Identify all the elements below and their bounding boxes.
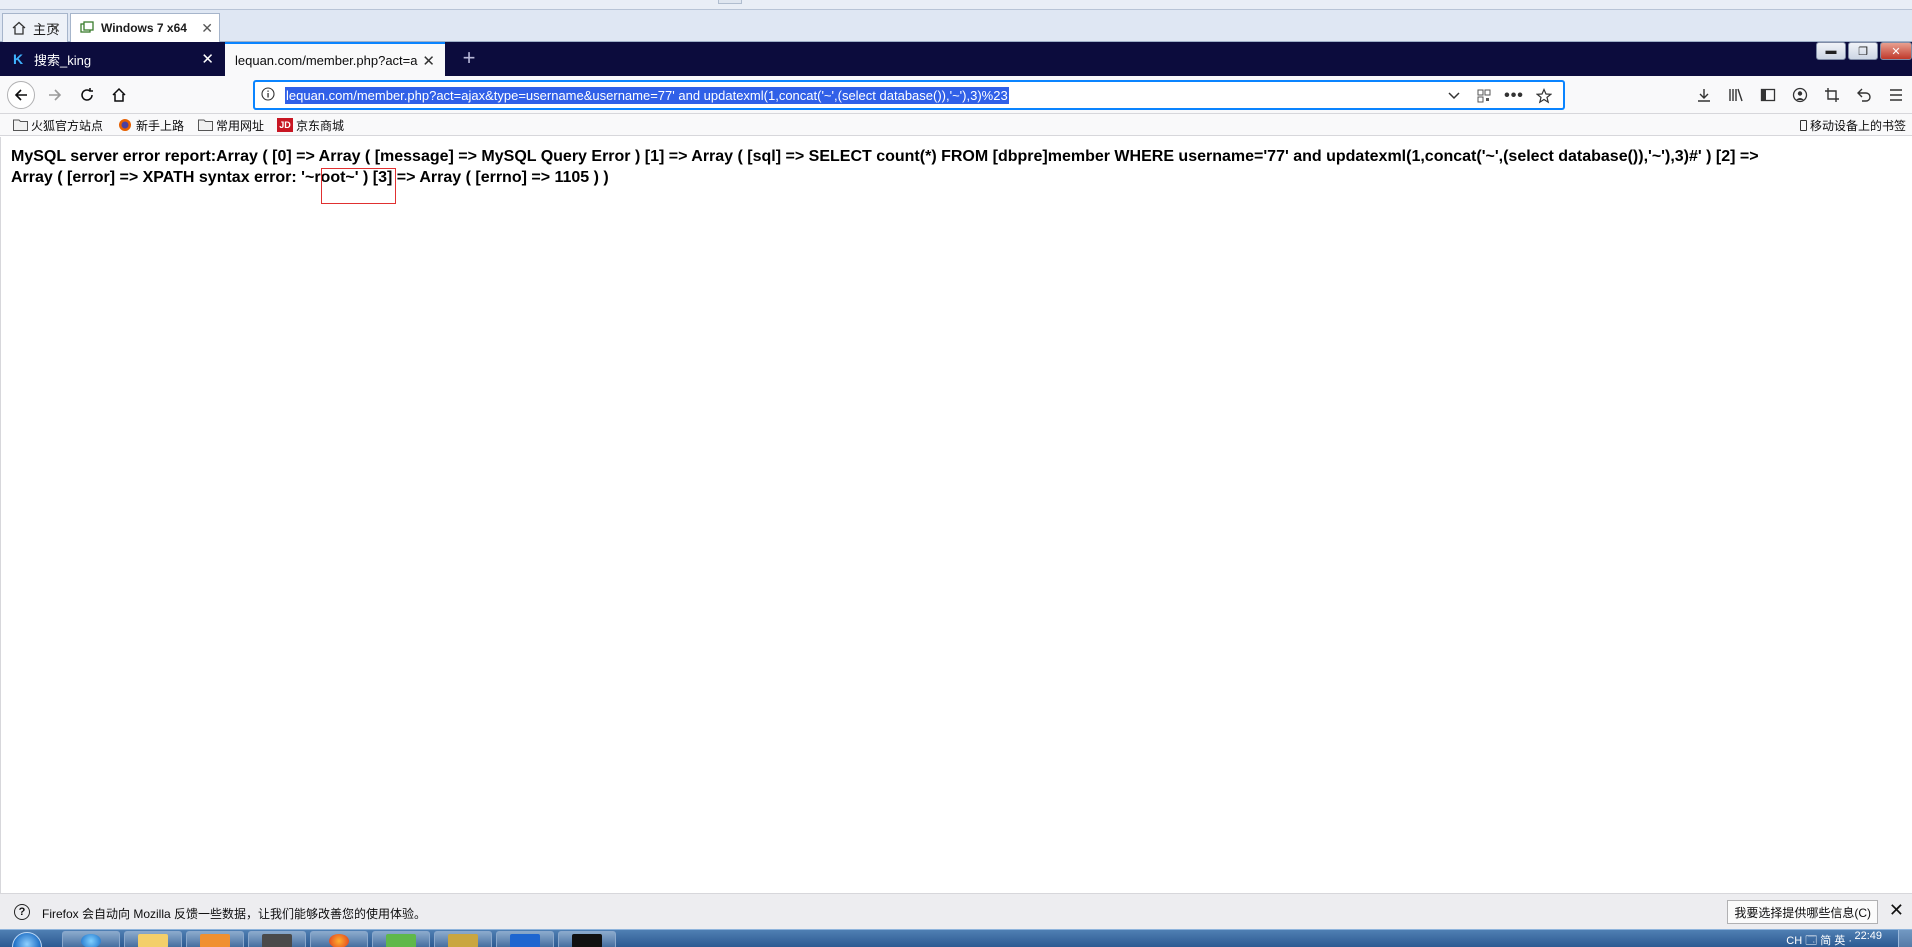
- bookmark-getting-started[interactable]: 新手上路: [117, 117, 184, 133]
- menu-icon[interactable]: [1880, 82, 1912, 108]
- info-icon[interactable]: [261, 87, 277, 103]
- host-top-strip: [0, 0, 1912, 10]
- taskbar-sublime[interactable]: [248, 931, 306, 947]
- bookmark-label: 京东商城: [296, 118, 345, 133]
- bookmark-label: 火狐官方站点: [31, 118, 104, 133]
- bookmark-jd[interactable]: JD 京东商城: [277, 117, 344, 133]
- terminal-icon: [572, 934, 602, 947]
- forward-arrow-icon: [49, 89, 62, 101]
- windows-orb-icon: [12, 932, 42, 947]
- close-notification-icon[interactable]: ✕: [1889, 900, 1904, 921]
- screenshot-icon[interactable]: [1816, 82, 1848, 108]
- mobile-bookmarks[interactable]: 移动设备上的书签: [1799, 117, 1906, 134]
- navigation-bar: lequan.com/member.php?act=ajax&type=user…: [0, 76, 1912, 114]
- account-icon[interactable]: [1784, 82, 1816, 108]
- taskbar-explorer[interactable]: [124, 931, 182, 947]
- browser-tab-strip: K 搜索_king ✕ lequan.com/member.php?act=a …: [0, 42, 1912, 76]
- bookmark-label: 新手上路: [136, 118, 185, 133]
- taskbar-app-p[interactable]: [496, 931, 554, 947]
- home-icon: [11, 20, 27, 36]
- notification-message: Firefox 会自动向 Mozilla 反馈一些数据，让我们能够改善您的使用体…: [42, 907, 427, 921]
- screen: 主页 ✕ Windows 7 x64 ✕ K 搜索_king ✕ lequan.…: [0, 0, 1912, 947]
- choose-data-button[interactable]: 我要选择提供哪些信息(C): [1727, 900, 1878, 924]
- close-icon[interactable]: ✕: [49, 20, 61, 37]
- jd-icon: JD: [277, 118, 293, 132]
- show-desktop-button[interactable]: [1898, 930, 1912, 947]
- mobile-bookmarks-label: 移动设备上的书签: [1809, 119, 1906, 133]
- vm-icon: [79, 20, 95, 36]
- taskbar-firefox[interactable]: [310, 931, 368, 947]
- firefox-icon: [117, 118, 133, 132]
- dropdown-chevron-icon[interactable]: [1443, 86, 1465, 106]
- bookmarks-bar: 火狐官方站点 新手上路 常用网址 JD 京东商城 移动设备上的书签: [0, 114, 1912, 136]
- clock[interactable]: 22:49: [1854, 930, 1882, 942]
- taskbar-ie[interactable]: [62, 931, 120, 947]
- sidebar-icon[interactable]: [1752, 82, 1784, 108]
- firefox-icon: [329, 934, 349, 947]
- reload-button[interactable]: [74, 82, 100, 108]
- error-text-line2-end: ) [3] => Array ( [errno] => 1105 ) ): [358, 169, 609, 186]
- back-button[interactable]: [7, 81, 35, 109]
- close-tab-icon[interactable]: ✕: [422, 52, 435, 70]
- page-actions-icon[interactable]: •••: [1503, 86, 1525, 106]
- sublime-icon: [262, 934, 292, 947]
- home-button[interactable]: [106, 82, 132, 108]
- bookmark-label: 常用网址: [216, 118, 265, 133]
- ie-icon: [81, 934, 101, 947]
- data-collection-notification: ? Firefox 会自动向 Mozilla 反馈一些数据，让我们能够改善您的使…: [0, 893, 1912, 929]
- system-tray[interactable]: CH 🗔 简 英 ·: [1786, 932, 1852, 947]
- host-tab-windows7[interactable]: Windows 7 x64 ✕: [70, 13, 220, 42]
- restore-button[interactable]: ❐: [1848, 42, 1878, 60]
- taskbar-media[interactable]: [186, 931, 244, 947]
- home-icon: [112, 87, 126, 102]
- back-arrow-icon: [14, 89, 27, 101]
- red-annotation-box: [321, 168, 396, 204]
- new-tab-button[interactable]: +: [458, 47, 480, 69]
- host-tab-home[interactable]: 主页 ✕: [2, 13, 68, 42]
- windows-taskbar: CH 🗔 简 英 · 22:49: [0, 929, 1912, 947]
- bookmark-firefox-official[interactable]: 火狐官方站点: [12, 117, 103, 133]
- mysql-error-report: MySQL server error report:Array ( [0] =>…: [11, 146, 1911, 188]
- folder-icon: [138, 934, 168, 947]
- tab-label: 搜索_king: [34, 52, 92, 68]
- close-window-button[interactable]: ✕: [1880, 42, 1912, 60]
- folder-icon: [12, 118, 28, 132]
- url-text[interactable]: lequan.com/member.php?act=ajax&type=user…: [285, 87, 1009, 104]
- p-app-icon: [510, 934, 540, 947]
- k-logo-icon: K: [12, 51, 24, 67]
- bookmark-common-sites[interactable]: 常用网址: [197, 117, 264, 133]
- start-button[interactable]: [4, 930, 48, 947]
- minimize-button[interactable]: ▬: [1816, 42, 1846, 60]
- host-tab-label: Windows 7 x64: [101, 21, 187, 35]
- file-manager-icon: [448, 934, 478, 947]
- question-icon: ?: [14, 904, 30, 920]
- download-icon[interactable]: [1688, 82, 1720, 108]
- qr-code-icon[interactable]: [1473, 86, 1495, 106]
- green-app-icon: [386, 934, 416, 947]
- mobile-device-icon: [1799, 120, 1807, 131]
- bookmark-star-icon[interactable]: [1533, 86, 1555, 106]
- toolbar-right: [1688, 82, 1912, 108]
- page-content: MySQL server error report:Array ( [0] =>…: [0, 137, 1912, 893]
- tab-label: lequan.com/member.php?act=a: [235, 52, 418, 68]
- host-strip-handle[interactable]: [718, 0, 742, 4]
- close-tab-icon[interactable]: ✕: [201, 50, 214, 68]
- media-player-icon: [200, 934, 230, 947]
- error-text-line2-start: Array ( [error] => XPATH syntax error:: [11, 169, 302, 186]
- library-icon[interactable]: [1720, 82, 1752, 108]
- browser-tab-search[interactable]: K 搜索_king ✕: [0, 42, 224, 76]
- taskbar-app-green[interactable]: [372, 931, 430, 947]
- error-text-line1: MySQL server error report:Array ( [0] =>…: [11, 148, 1759, 165]
- browser-tab-lequan[interactable]: lequan.com/member.php?act=a ✕: [225, 42, 445, 76]
- taskbar-cmd[interactable]: [558, 931, 616, 947]
- reload-icon: [81, 88, 93, 101]
- host-tab-bar: 主页 ✕ Windows 7 x64 ✕: [0, 10, 1912, 42]
- taskbar-app-files[interactable]: [434, 931, 492, 947]
- close-icon[interactable]: ✕: [201, 20, 213, 37]
- url-bar[interactable]: lequan.com/member.php?act=ajax&type=user…: [254, 81, 1564, 109]
- forward-button[interactable]: [42, 82, 68, 108]
- folder-icon: [197, 118, 213, 132]
- window-controls: ▬ ❐ ✕: [1814, 42, 1912, 62]
- undo-icon[interactable]: [1848, 82, 1880, 108]
